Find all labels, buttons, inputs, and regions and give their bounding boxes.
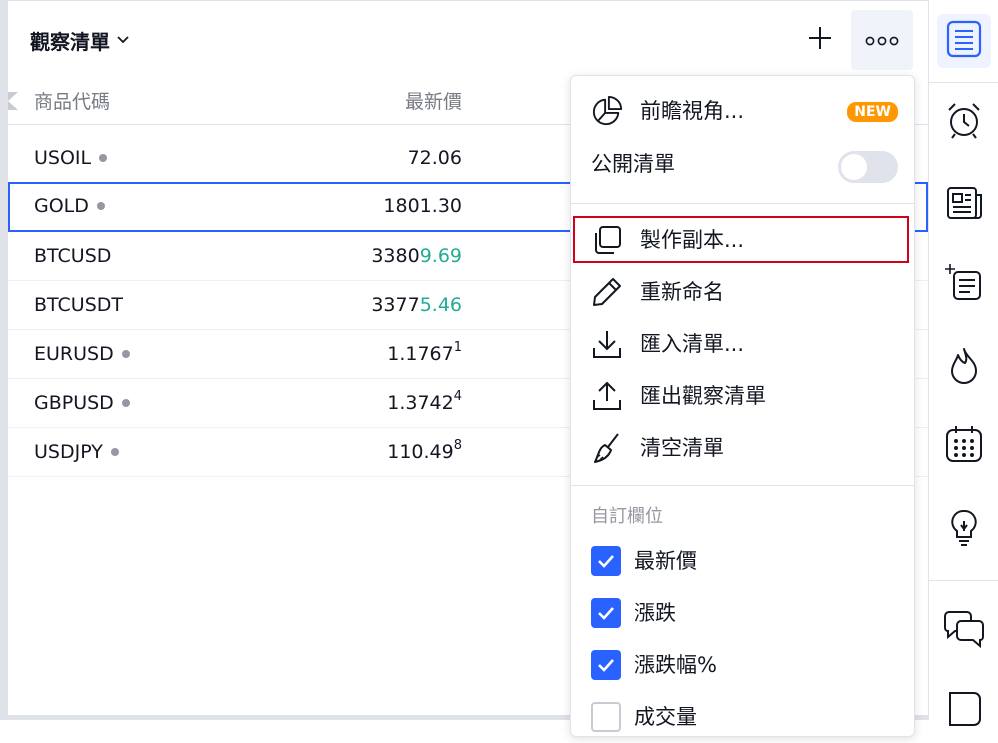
sidebar-news-button[interactable]: [937, 178, 991, 232]
menu-item-label: 匯入清單...: [640, 332, 745, 356]
price-pip-digit: 4: [453, 389, 462, 404]
checkbox-checked-icon[interactable]: [591, 546, 621, 576]
sidebar-messages-button[interactable]: [937, 684, 991, 738]
symbol-name: BTCUSDT: [34, 294, 123, 316]
menu-item-label: 前瞻視角...: [640, 99, 745, 123]
sparkle-list-icon: [944, 262, 984, 306]
copy-icon: [591, 224, 623, 256]
menu-item-clear[interactable]: 清空清單: [571, 423, 914, 473]
sidebar-calendar-button[interactable]: [937, 419, 991, 473]
column-option-label: 成交量: [634, 705, 697, 729]
calendar-icon: [944, 424, 984, 468]
menu-item-label: 匯出觀察清單: [640, 384, 766, 408]
last-price: 1801.30: [383, 195, 462, 217]
plus-icon: [807, 25, 833, 55]
last-price: 1.37424: [387, 389, 462, 414]
divider: [571, 203, 914, 204]
new-badge: NEW: [847, 102, 898, 122]
divider: [571, 485, 914, 486]
column-option-label: 漲跌幅%: [634, 653, 717, 677]
symbol-name: BTCUSD: [34, 245, 112, 267]
sidebar-ideas-stream-button[interactable]: [937, 257, 991, 311]
last-price: 72.06: [407, 147, 462, 169]
symbol-name: EURUSD: [34, 343, 114, 365]
checkbox-checked-icon[interactable]: [591, 650, 621, 680]
menu-item-rename[interactable]: 重新命名: [571, 267, 914, 317]
flag-icon[interactable]: [8, 92, 18, 110]
price-change-digits: 5.46: [419, 294, 462, 316]
watchlist-title: 觀察清單: [30, 29, 110, 54]
chevron-down-icon: [116, 35, 130, 45]
pie-chart-icon: [591, 95, 623, 127]
menu-item-import[interactable]: 匯入清單...: [571, 319, 914, 369]
menu-item-label: 清空清單: [640, 436, 724, 460]
last-price: 33775.46: [371, 294, 462, 316]
symbol-name: USOIL: [34, 147, 92, 169]
pencil-icon: [591, 276, 623, 308]
add-symbol-button[interactable]: [800, 20, 840, 60]
more-dots-icon: [865, 31, 899, 50]
menu-item-public-list[interactable]: 公開清單: [571, 139, 914, 189]
watchlist-title-dropdown[interactable]: 觀察清單: [30, 24, 130, 56]
price-pip-digit: 1: [453, 340, 462, 355]
status-dot-icon: [121, 399, 130, 407]
broom-icon: [591, 432, 623, 464]
price-pip-digit: 8: [453, 438, 462, 453]
menu-item-label: 製作副本...: [640, 228, 745, 252]
last-price: 110.498: [387, 438, 462, 463]
column-option-last[interactable]: 最新價: [571, 535, 914, 587]
menu-item-make-copy[interactable]: 製作副本...: [571, 215, 914, 265]
public-list-toggle[interactable]: [838, 151, 898, 183]
download-icon: [591, 328, 623, 360]
flame-icon: [944, 345, 984, 389]
column-header-symbol[interactable]: 商品代碼: [34, 88, 110, 116]
status-dot-icon: [99, 154, 108, 162]
status-dot-icon: [121, 350, 130, 358]
divider: [929, 82, 998, 83]
symbol-name: GBPUSD: [34, 392, 114, 414]
sidebar-alerts-button[interactable]: [937, 95, 991, 149]
column-option-label: 最新價: [634, 549, 697, 573]
column-option-volume[interactable]: 成交量: [571, 691, 914, 743]
frame-left-border: [0, 0, 8, 720]
section-title-custom-columns: 自訂欄位: [591, 506, 663, 527]
right-sidebar: [928, 0, 998, 726]
symbol-name: GOLD: [34, 195, 89, 217]
column-header-last[interactable]: 最新價: [405, 88, 462, 116]
upload-icon: [591, 380, 623, 412]
sidebar-hotlists-button[interactable]: [937, 340, 991, 394]
alarm-clock-icon: [944, 100, 984, 144]
symbol-name: USDJPY: [34, 441, 103, 463]
lightbulb-icon: [944, 507, 984, 551]
watchlist-icon: [944, 19, 984, 63]
menu-item-export[interactable]: 匯出觀察清單: [571, 371, 914, 421]
column-option-change[interactable]: 漲跌: [571, 587, 914, 639]
column-option-change-percent[interactable]: 漲跌幅%: [571, 639, 914, 691]
divider: [929, 580, 998, 581]
last-price: 1.17671: [387, 340, 462, 365]
status-dot-icon: [110, 448, 119, 456]
newspaper-icon: [944, 183, 984, 227]
frame-top-border: [0, 0, 928, 1]
price-change-digits: 9.69: [419, 245, 462, 267]
more-options-button[interactable]: [851, 10, 913, 70]
last-price: 33809.69: [371, 245, 462, 267]
sidebar-ideas-button[interactable]: [937, 502, 991, 556]
status-dot-icon: [96, 202, 105, 210]
checkbox-unchecked-icon[interactable]: [591, 702, 621, 732]
column-option-label: 漲跌: [634, 601, 676, 625]
menu-item-label: 重新命名: [640, 280, 724, 304]
menu-item-perspective[interactable]: 前瞻視角... NEW: [571, 86, 914, 136]
sidebar-watchlist-button[interactable]: [937, 14, 991, 68]
speech-bubble-icon: [944, 689, 984, 733]
sidebar-chats-button[interactable]: [937, 605, 991, 659]
toggle-knob: [841, 154, 867, 180]
chat-bubbles-icon: [942, 610, 986, 654]
checkbox-checked-icon[interactable]: [591, 598, 621, 628]
menu-item-label: 公開清單: [591, 152, 675, 176]
more-options-menu: 前瞻視角... NEW 公開清單 製作副本... 重新命名 匯入清單... 匯出…: [570, 75, 915, 737]
